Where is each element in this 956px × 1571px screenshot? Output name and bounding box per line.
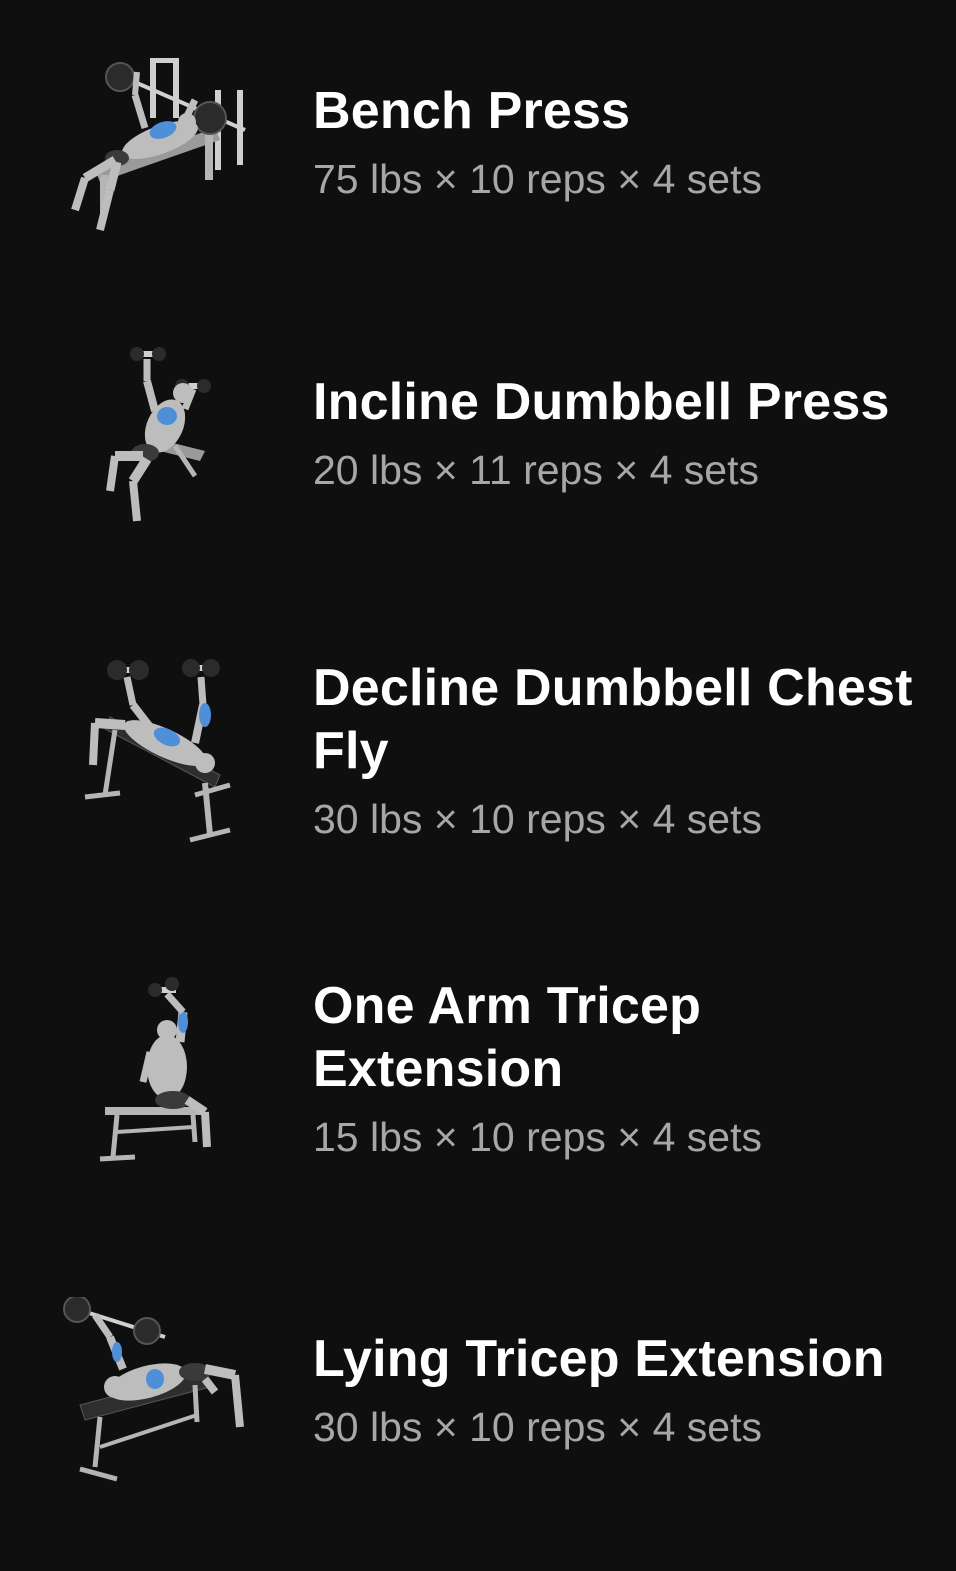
- exercise-detail: 30 lbs × 10 reps × 4 sets: [313, 796, 762, 842]
- one-arm-tricep-extension-icon: [55, 972, 255, 1162]
- exercise-name: Lying Tricep Extension: [313, 1330, 885, 1388]
- incline-dumbbell-press-icon: [55, 341, 255, 531]
- exercise-name: Decline Dumbbell Chest Fly: [313, 659, 913, 780]
- lying-tricep-extension-icon: [55, 1297, 255, 1487]
- exercise-detail: 15 lbs × 10 reps × 4 sets: [313, 1114, 762, 1160]
- decline-dumbbell-chest-fly-icon: [55, 655, 255, 845]
- exercise-detail: 30 lbs × 10 reps × 4 sets: [313, 1404, 762, 1450]
- exercise-name: One Arm Tricep Extension: [313, 977, 702, 1098]
- exercise-name: Incline Dumbbell Press: [313, 373, 890, 431]
- exercise-detail: 20 lbs × 11 reps × 4 sets: [313, 447, 759, 493]
- bench-press-icon: [55, 50, 255, 240]
- exercise-detail: 75 lbs × 10 reps × 4 sets: [313, 156, 762, 202]
- exercise-name: Bench Press: [313, 82, 631, 140]
